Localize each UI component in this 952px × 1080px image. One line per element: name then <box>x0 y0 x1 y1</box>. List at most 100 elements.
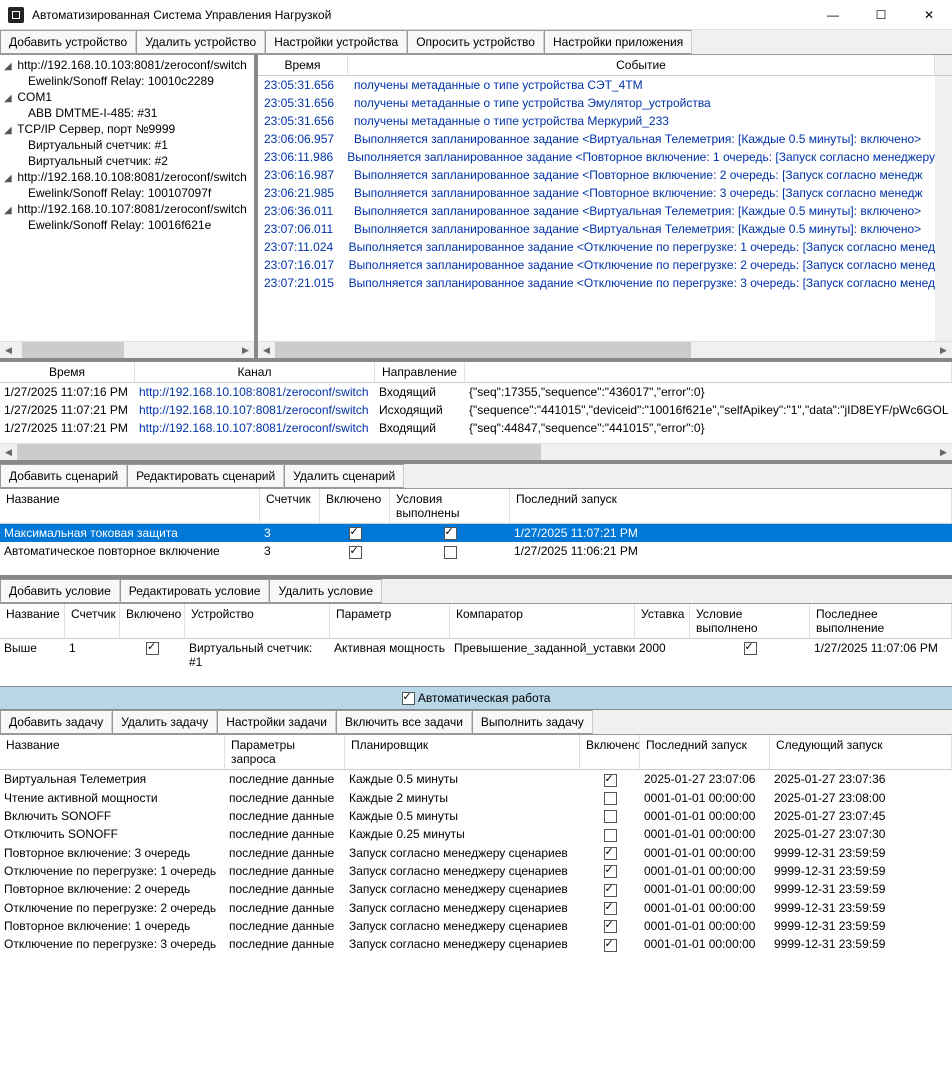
edit-condition-button[interactable]: Редактировать условие <box>120 579 270 603</box>
cond-col-enabled[interactable]: Включено <box>120 604 185 638</box>
task-row[interactable]: Отключение по перегрузке: 2 очередьпосле… <box>0 899 952 917</box>
task-col-params[interactable]: Параметры запроса <box>225 735 345 769</box>
task-enabled-checkbox[interactable] <box>604 792 617 805</box>
condition-body[interactable]: Выше1Виртуальный счетчик: #1Активная мощ… <box>0 639 952 686</box>
tree-item[interactable]: Ewelink/Sonoff Relay: 10016f621e <box>0 217 254 233</box>
remove-condition-button[interactable]: Удалить условие <box>269 579 382 603</box>
task-row[interactable]: Включить SONOFFпоследние данныеКаждые 0.… <box>0 807 952 825</box>
add-task-button[interactable]: Добавить задачу <box>0 710 112 734</box>
task-enabled-checkbox[interactable] <box>604 884 617 897</box>
add-device-button[interactable]: Добавить устройство <box>0 30 136 54</box>
scroll-left-icon[interactable]: ◀ <box>258 342 275 358</box>
remove-task-button[interactable]: Удалить задачу <box>112 710 217 734</box>
tree-item[interactable]: Ewelink/Sonoff Relay: 100107097f <box>0 185 254 201</box>
scroll-thumb[interactable] <box>22 342 124 358</box>
task-row[interactable]: Отключить SONOFFпоследние данныеКаждые 0… <box>0 825 952 843</box>
scen-cond-checkbox[interactable] <box>444 527 457 540</box>
log-row[interactable]: 23:07:11.024Выполняется запланированное … <box>258 238 935 256</box>
task-col-last[interactable]: Последний запуск <box>640 735 770 769</box>
run-task-button[interactable]: Выполнить задачу <box>472 710 593 734</box>
remove-scenario-button[interactable]: Удалить сценарий <box>284 464 404 488</box>
scen-enabled-checkbox[interactable] <box>349 546 362 559</box>
tree-item[interactable]: ◢ http://192.168.10.108:8081/zeroconf/sw… <box>0 169 254 185</box>
task-col-next[interactable]: Следующий запуск <box>770 735 952 769</box>
scen-col-cond[interactable]: Условия выполнены <box>390 489 510 523</box>
scen-enabled-checkbox[interactable] <box>349 527 362 540</box>
tree-scrollbar[interactable]: ◀ ▶ <box>0 341 254 358</box>
scenario-body[interactable]: Максимальная токовая защита31/27/2025 11… <box>0 524 952 575</box>
traffic-scrollbar[interactable]: ◀ ▶ <box>0 443 952 460</box>
task-col-enabled[interactable]: Включено <box>580 735 640 769</box>
cond-col-counter[interactable]: Счетчик <box>65 604 120 638</box>
task-col-name[interactable]: Название <box>0 735 225 769</box>
log-row[interactable]: 23:05:31.656получены метаданные о типе у… <box>258 94 935 112</box>
task-enabled-checkbox[interactable] <box>604 774 617 787</box>
scen-col-name[interactable]: Название <box>0 489 260 523</box>
scroll-right-icon[interactable]: ▶ <box>237 342 254 358</box>
minimize-button[interactable]: — <box>818 8 848 22</box>
traffic-body[interactable]: 1/27/2025 11:07:16 PMhttp://192.168.10.1… <box>0 383 952 443</box>
scenario-row[interactable]: Максимальная токовая защита31/27/2025 11… <box>0 524 952 542</box>
cond-col-name[interactable]: Название <box>0 604 65 638</box>
remove-device-button[interactable]: Удалить устройство <box>136 30 265 54</box>
traffic-row[interactable]: 1/27/2025 11:07:21 PMhttp://192.168.10.1… <box>0 401 952 419</box>
traffic-col-time[interactable]: Время <box>0 362 135 382</box>
scenario-row[interactable]: Автоматическое повторное включение31/27/… <box>0 542 952 560</box>
edit-scenario-button[interactable]: Редактировать сценарий <box>127 464 284 488</box>
task-row[interactable]: Повторное включение: 1 очередьпоследние … <box>0 917 952 935</box>
cond-met-checkbox[interactable] <box>744 642 757 655</box>
task-enabled-checkbox[interactable] <box>604 939 617 952</box>
scen-col-last[interactable]: Последний запуск <box>510 489 952 523</box>
tree-item[interactable]: ◢ http://192.168.10.103:8081/zeroconf/sw… <box>0 57 254 73</box>
condition-row[interactable]: Выше1Виртуальный счетчик: #1Активная мощ… <box>0 639 952 671</box>
tree-item[interactable]: Ewelink/Sonoff Relay: 10010c2289 <box>0 73 254 89</box>
scroll-left-icon[interactable]: ◀ <box>0 444 17 460</box>
tree-item[interactable]: ◢ http://192.168.10.107:8081/zeroconf/sw… <box>0 201 254 217</box>
scen-cond-checkbox[interactable] <box>444 546 457 559</box>
task-row[interactable]: Повторное включение: 3 очередьпоследние … <box>0 844 952 862</box>
app-settings-button[interactable]: Настройки приложения <box>544 30 692 54</box>
task-enabled-checkbox[interactable] <box>604 865 617 878</box>
tree-item[interactable]: Виртуальный счетчик: #1 <box>0 137 254 153</box>
scroll-right-icon[interactable]: ▶ <box>935 444 952 460</box>
task-enabled-checkbox[interactable] <box>604 920 617 933</box>
add-scenario-button[interactable]: Добавить сценарий <box>0 464 127 488</box>
traffic-col-direction[interactable]: Направление <box>375 362 465 382</box>
cond-col-device[interactable]: Устройство <box>185 604 330 638</box>
log-row[interactable]: 23:05:31.656получены метаданные о типе у… <box>258 112 935 130</box>
poll-device-button[interactable]: Опросить устройство <box>407 30 544 54</box>
task-row[interactable]: Виртуальная Телеметрияпоследние данныеКа… <box>0 770 952 788</box>
tree-item[interactable]: ◢ TCP/IP Сервер, порт №9999 <box>0 121 254 137</box>
scen-col-enabled[interactable]: Включено <box>320 489 390 523</box>
log-col-time[interactable]: Время <box>258 55 348 75</box>
task-enabled-checkbox[interactable] <box>604 902 617 915</box>
log-row[interactable]: 23:07:21.015Выполняется запланированное … <box>258 274 935 292</box>
log-row[interactable]: 23:06:11.986Выполняется запланированное … <box>258 148 935 166</box>
task-enabled-checkbox[interactable] <box>604 810 617 823</box>
task-settings-button[interactable]: Настройки задачи <box>217 710 336 734</box>
log-scrollbar[interactable] <box>935 76 952 341</box>
cond-col-comparator[interactable]: Компаратор <box>450 604 635 638</box>
log-body[interactable]: 23:05:31.656получены метаданные о типе у… <box>258 76 935 341</box>
scroll-right-icon[interactable]: ▶ <box>935 342 952 358</box>
task-body[interactable]: Виртуальная Телеметрияпоследние данныеКа… <box>0 770 952 1080</box>
scroll-thumb[interactable] <box>275 342 691 358</box>
maximize-button[interactable]: ☐ <box>866 8 896 22</box>
traffic-col-channel[interactable]: Канал <box>135 362 375 382</box>
close-button[interactable]: ✕ <box>914 8 944 22</box>
log-col-event[interactable]: Событие <box>348 55 935 75</box>
task-row[interactable]: Чтение активной мощностипоследние данные… <box>0 789 952 807</box>
scroll-thumb[interactable] <box>17 444 541 460</box>
add-condition-button[interactable]: Добавить условие <box>0 579 120 603</box>
enable-all-tasks-button[interactable]: Включить все задачи <box>336 710 472 734</box>
cond-col-met[interactable]: Условие выполнено <box>690 604 810 638</box>
scen-col-counter[interactable]: Счетчик <box>260 489 320 523</box>
cond-enabled-checkbox[interactable] <box>146 642 159 655</box>
task-enabled-checkbox[interactable] <box>604 847 617 860</box>
log-h-scrollbar[interactable]: ◀ ▶ <box>258 341 952 358</box>
device-settings-button[interactable]: Настройки устройства <box>265 30 407 54</box>
tree-item[interactable]: ABB DMTME-I-485: #31 <box>0 105 254 121</box>
task-col-sched[interactable]: Планировщик <box>345 735 580 769</box>
log-row[interactable]: 23:05:31.656получены метаданные о типе у… <box>258 76 935 94</box>
auto-mode-checkbox[interactable] <box>402 692 415 705</box>
